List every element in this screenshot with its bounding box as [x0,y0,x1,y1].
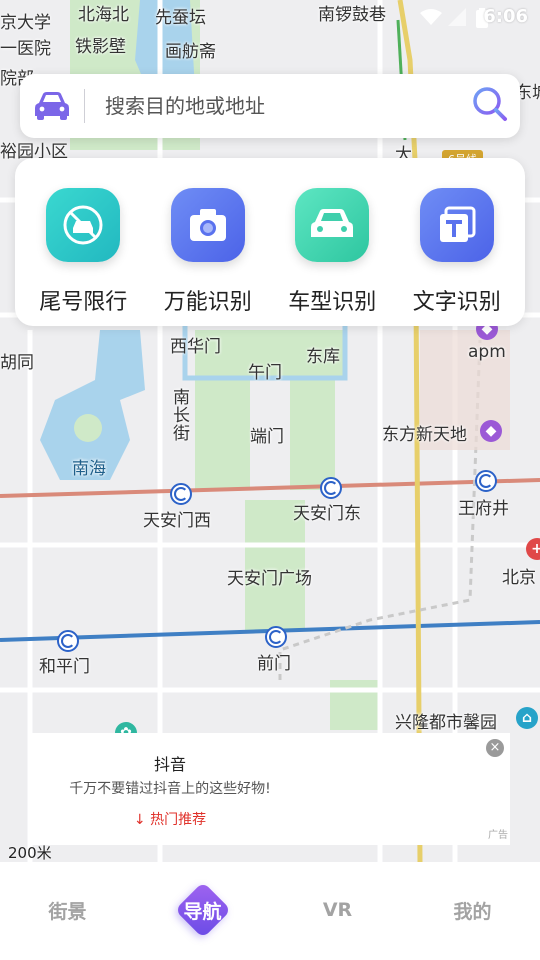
map-scale: 200米 [8,844,52,862]
no-car-icon [46,188,121,262]
map-label: 兴隆都市馨园 [395,713,497,733]
ad-action-label: 热门推荐 [150,812,207,828]
tool-label: 车型识别 [288,290,377,315]
map-label: 天安门东 [293,504,361,524]
map-label: 一医院 [0,39,51,59]
ad-subtitle: 千万不要错过抖音上的这些好物! [69,781,271,797]
tab-mine[interactable]: 我的 [405,862,540,960]
tool-label: 尾号限行 [39,290,128,315]
map-label: 南海 [72,459,106,479]
map-label: 王府井 [458,499,509,519]
residential-poi-icon[interactable]: ⌂ [516,707,538,729]
tab-vr[interactable]: VR [270,862,405,960]
ad-action-link[interactable]: ↓ 热门推荐 [30,809,310,829]
status-time: 6:06 [483,6,528,27]
map-label: 胡同 [0,353,34,373]
tool-label: 万能识别 [163,290,252,315]
tab-label: 导航 [183,900,222,923]
tab-navigation[interactable]: 导航 [135,862,270,960]
tab-label: 我的 [453,900,492,923]
download-arrow-icon: ↓ [133,812,146,828]
search-bar[interactable] [20,74,520,138]
metro-station-icon[interactable] [475,470,497,492]
map-label: 西华门 [170,337,221,357]
close-icon[interactable]: × [486,739,504,757]
car-icon [295,188,370,262]
tab-label: VR [322,899,353,921]
map-label: 前门 [257,654,291,674]
map-label: 南长街 [169,388,189,442]
map-label: 画舫斋 [165,42,216,62]
map-label: 天安门西 [143,511,211,531]
tool-car-model-recognition[interactable]: 车型识别 [272,158,392,326]
map-label: apm [468,342,506,362]
metro-station-icon[interactable] [170,483,192,505]
map-label: 东库 [306,347,340,367]
tool-label: 文字识别 [412,290,501,315]
tab-street-view[interactable]: 街景 [0,862,135,960]
text-recognition-icon [419,188,494,262]
map-label: 和平门 [39,657,90,677]
car-mode-icon[interactable] [20,74,84,138]
tool-universal-recognition[interactable]: 万能识别 [148,158,268,326]
map-label: 东方新天地 [382,425,467,445]
metro-station-icon[interactable] [320,477,342,499]
shopping-poi-icon[interactable]: ◆ [480,420,502,442]
tool-text-recognition[interactable]: 文字识别 [397,158,517,326]
search-button[interactable] [460,74,520,138]
metro-station-icon[interactable] [57,630,79,652]
map-label: 天安门广场 [227,569,312,589]
tools-panel: 尾号限行 万能识别 车型识别 文字识别 [15,158,525,326]
tool-plate-restriction[interactable]: 尾号限行 [23,158,143,326]
ad-banner[interactable]: 抖音 千万不要错过抖音上的这些好物! ↓ 热门推荐 × 广告 [30,733,510,845]
map-label: 北京 [502,568,536,588]
ad-title: 抖音 [153,755,186,774]
map-label: 端门 [250,427,284,447]
ad-tag: 广告 [488,830,508,841]
status-bar: 6:06 [0,0,540,36]
camera-icon [170,188,245,262]
tab-label: 街景 [48,900,87,923]
metro-station-icon[interactable] [265,626,287,648]
search-icon [471,85,509,127]
map-label: 午门 [248,363,282,383]
search-input[interactable] [85,94,460,118]
bottom-nav: 街景 导航 VR 我的 [0,862,540,960]
